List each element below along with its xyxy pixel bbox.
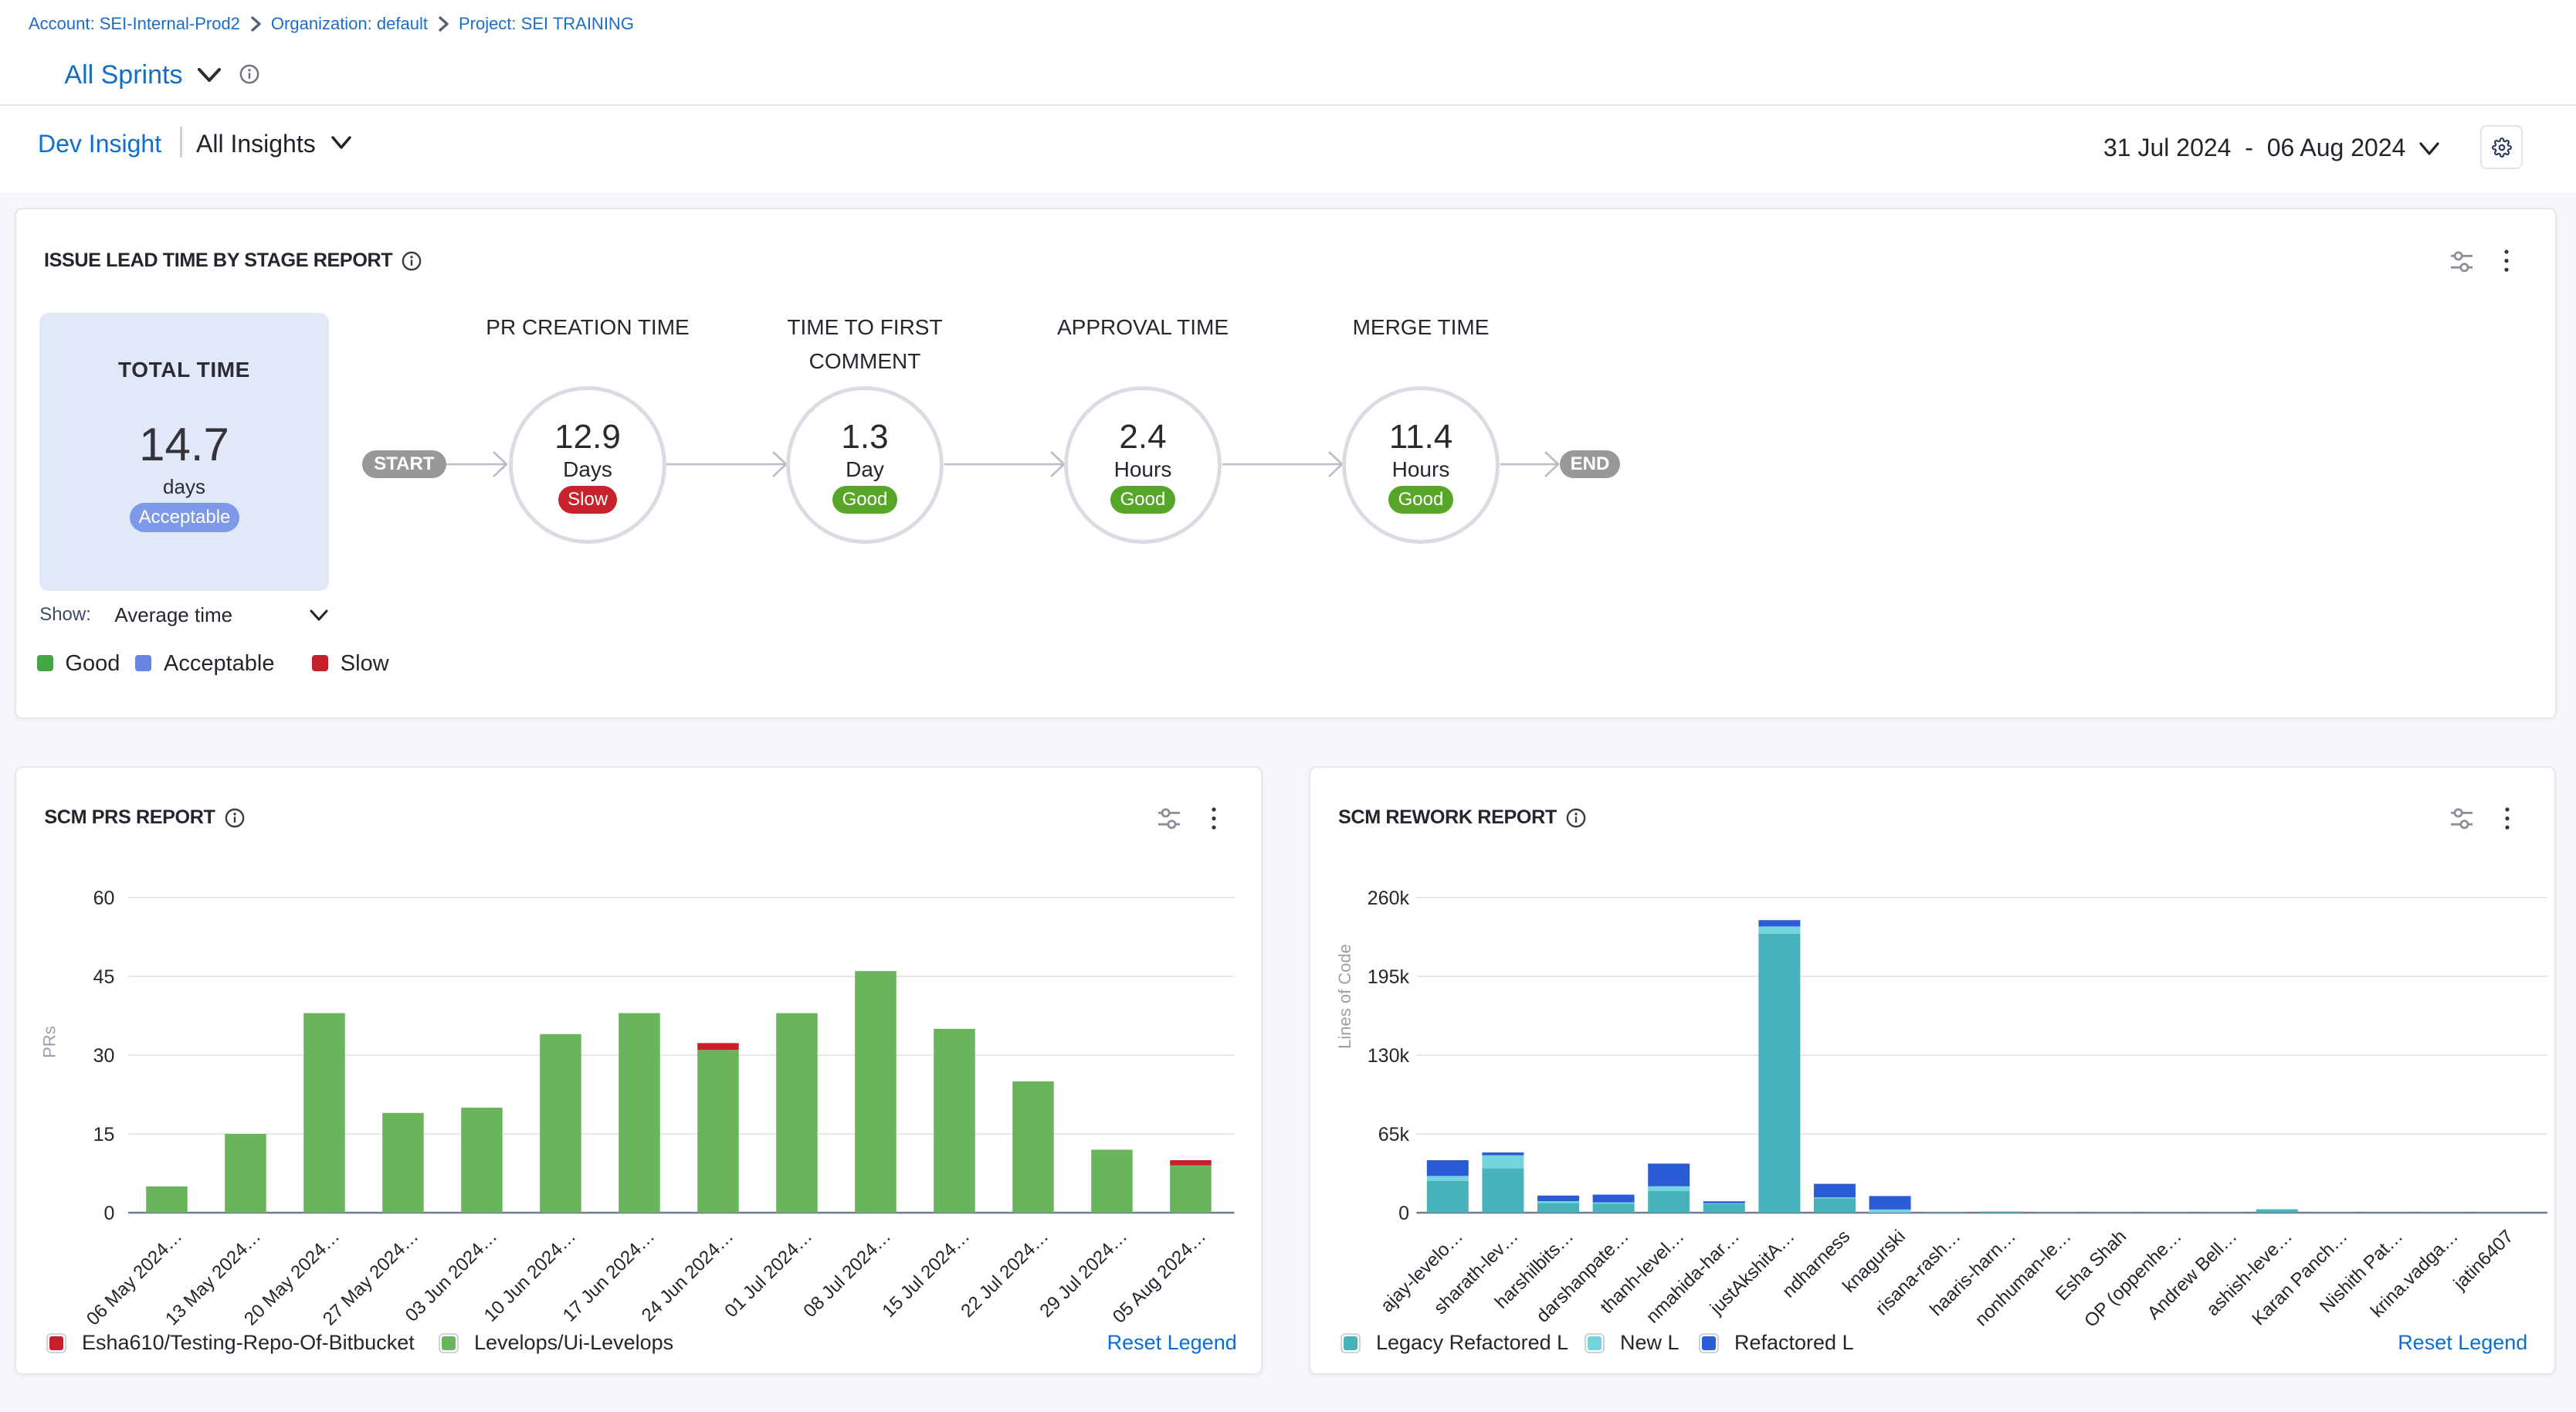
svg-text:260k: 260k <box>1367 888 1409 909</box>
svg-text:Karan Panch…: Karan Panch… <box>2248 1226 2351 1329</box>
svg-text:130k: 130k <box>1367 1045 1409 1067</box>
svg-text:60: 60 <box>93 888 114 909</box>
svg-text:0: 0 <box>1398 1203 1409 1224</box>
svg-text:65k: 65k <box>1378 1124 1409 1146</box>
svg-text:nonhuman-le…: nonhuman-le… <box>1971 1226 2075 1330</box>
svg-text:Lines of Code: Lines of Code <box>1334 944 1354 1049</box>
svg-text:OP (oppenhe…: OP (oppenhe… <box>2080 1226 2186 1332</box>
svg-text:45: 45 <box>93 966 114 988</box>
svg-text:30: 30 <box>93 1045 114 1067</box>
svg-text:15: 15 <box>93 1124 114 1146</box>
svg-text:jatin6407: jatin6407 <box>2449 1226 2517 1295</box>
svg-text:195k: 195k <box>1367 966 1409 988</box>
svg-text:PRs: PRs <box>39 1026 59 1058</box>
svg-text:0: 0 <box>103 1203 114 1224</box>
